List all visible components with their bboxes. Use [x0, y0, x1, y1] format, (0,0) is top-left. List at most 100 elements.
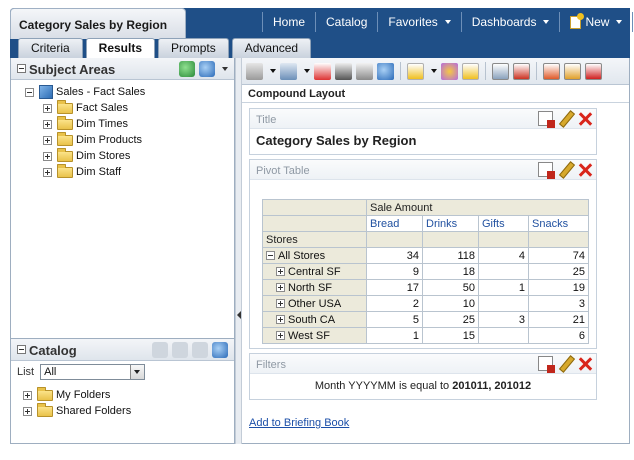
add-subject-area-icon[interactable]: [179, 61, 195, 77]
tab-results[interactable]: Results: [85, 38, 156, 59]
tab-criteria[interactable]: Criteria: [18, 38, 83, 58]
chevron-down-icon: [444, 20, 451, 24]
column-header[interactable]: Gifts: [478, 215, 529, 232]
expand-icon[interactable]: [23, 390, 32, 400]
catalog-list-select[interactable]: All: [40, 364, 146, 380]
remove-view-icon[interactable]: [578, 357, 592, 371]
catalog-tree: My Folders Shared Folders: [11, 383, 234, 419]
chevron-down-icon[interactable]: [130, 365, 145, 379]
expand-icon[interactable]: [43, 103, 52, 113]
table-cell: 10: [422, 295, 479, 312]
tree-item-dim-times[interactable]: Dim Times: [11, 115, 234, 132]
expand-icon[interactable]: [23, 406, 32, 416]
chevron-down-icon[interactable]: [222, 67, 228, 71]
tree-root[interactable]: Sales - Fact Sales: [11, 84, 234, 100]
tab-advanced[interactable]: Advanced: [231, 38, 312, 58]
expand-icon[interactable]: [276, 315, 285, 324]
folder-icon: [57, 131, 73, 146]
catalog-item-my-folders[interactable]: My Folders: [11, 386, 234, 403]
tree-item-dim-stores[interactable]: Dim Stores: [11, 147, 234, 164]
view-properties-icon[interactable]: [538, 111, 555, 128]
tree-item-dim-products[interactable]: Dim Products: [11, 131, 234, 148]
column-header[interactable]: Drinks: [422, 215, 479, 232]
column-header[interactable]: Snacks: [528, 215, 589, 232]
edit-icon[interactable]: [192, 342, 208, 358]
expand-icon[interactable]: [43, 135, 52, 145]
pivot-table-view[interactable]: Pivot Table Sale Amount Bread Drinks Gif…: [249, 159, 597, 349]
collapse-icon[interactable]: [17, 345, 26, 354]
tree-item-dim-staff[interactable]: Dim Staff: [11, 163, 234, 180]
collapse-left-icon[interactable]: [237, 311, 241, 319]
refresh-icon[interactable]: [377, 62, 394, 80]
filters-view[interactable]: Filters Month YYYYMM is equal to 201011,…: [249, 353, 597, 400]
subject-area-tree: Sales - Fact Sales Fact Sales Dim Times …: [11, 80, 234, 180]
view-properties-icon[interactable]: [538, 356, 555, 373]
view-properties-icon[interactable]: [538, 162, 555, 179]
expand-icon[interactable]: [43, 167, 52, 177]
collapse-icon[interactable]: [17, 64, 26, 73]
expand-icon[interactable]: [43, 119, 52, 129]
tree-item-label: Dim Products: [76, 134, 143, 146]
edit-view-icon[interactable]: [558, 162, 573, 177]
table-cell: 118: [422, 247, 479, 264]
column-header[interactable]: Bread: [366, 215, 423, 232]
nav-dashboards[interactable]: Dashboards: [462, 12, 561, 32]
table-cell: 50: [422, 279, 479, 296]
row-label: South CA: [288, 313, 336, 326]
chevron-down-icon[interactable]: [304, 69, 310, 73]
export-icon[interactable]: [280, 62, 297, 80]
copy-layout-icon[interactable]: [564, 62, 581, 80]
nav-home[interactable]: Home: [262, 12, 317, 32]
table-cell: 1: [478, 279, 529, 296]
add-to-briefing-book-link[interactable]: Add to Briefing Book: [249, 417, 349, 429]
table-cell: 9: [366, 263, 423, 280]
delete-layout-icon[interactable]: [585, 62, 602, 80]
table-cell: 15: [422, 327, 479, 344]
analysis-title: Category Sales by Region: [19, 18, 168, 32]
properties-icon[interactable]: [513, 62, 530, 80]
title-view[interactable]: Title Category Sales by Region: [249, 108, 597, 155]
list-label: List: [17, 366, 35, 378]
expand-icon[interactable]: [276, 331, 285, 340]
refresh-icon[interactable]: [199, 61, 215, 77]
expand-icon[interactable]: [276, 267, 285, 276]
refresh-icon[interactable]: [212, 342, 228, 358]
toolbar-separator: [400, 62, 401, 80]
catalog-item-shared-folders[interactable]: Shared Folders: [11, 402, 234, 419]
results-pane: Compound Layout Title Category Sales by …: [242, 58, 630, 444]
edit-view-icon[interactable]: [558, 356, 573, 371]
edit-layout-icon[interactable]: [492, 62, 509, 80]
tree-item-fact-sales[interactable]: Fact Sales: [11, 99, 234, 116]
print-preview-icon[interactable]: [356, 62, 373, 80]
nav-catalog[interactable]: Catalog: [316, 12, 379, 32]
create-group-icon[interactable]: [441, 62, 458, 80]
table-cell: 25: [528, 263, 589, 280]
preview-icon[interactable]: [335, 62, 352, 80]
table-cell: 5: [366, 311, 423, 328]
folder-icon: [57, 147, 73, 162]
calculated-item-icon[interactable]: [462, 62, 479, 80]
search-icon[interactable]: [172, 342, 188, 358]
chevron-down-icon[interactable]: [270, 69, 276, 73]
nav-new[interactable]: New: [560, 12, 634, 32]
new-view-icon[interactable]: [407, 62, 424, 80]
nav-favorites[interactable]: Favorites: [378, 12, 462, 32]
print-icon[interactable]: [246, 62, 263, 80]
chevron-down-icon[interactable]: [431, 69, 437, 73]
expand-icon[interactable]: [276, 299, 285, 308]
edit-view-icon[interactable]: [558, 111, 573, 126]
pane-splitter[interactable]: [235, 58, 242, 444]
remove-view-icon[interactable]: [578, 163, 592, 177]
tab-prompts[interactable]: Prompts: [158, 38, 229, 58]
new-compound-layout-icon[interactable]: [543, 62, 560, 80]
results-toolbar: [242, 58, 629, 85]
collapse-icon[interactable]: [25, 87, 34, 97]
collapse-icon[interactable]: [266, 251, 275, 260]
expand-icon[interactable]: [43, 151, 52, 161]
tree-item-label: Fact Sales: [76, 102, 128, 114]
table-cell: [478, 327, 529, 344]
add-to-analysis-icon[interactable]: [152, 342, 168, 358]
schedule-icon[interactable]: [314, 62, 331, 80]
remove-view-icon[interactable]: [578, 112, 592, 126]
expand-icon[interactable]: [276, 283, 285, 292]
